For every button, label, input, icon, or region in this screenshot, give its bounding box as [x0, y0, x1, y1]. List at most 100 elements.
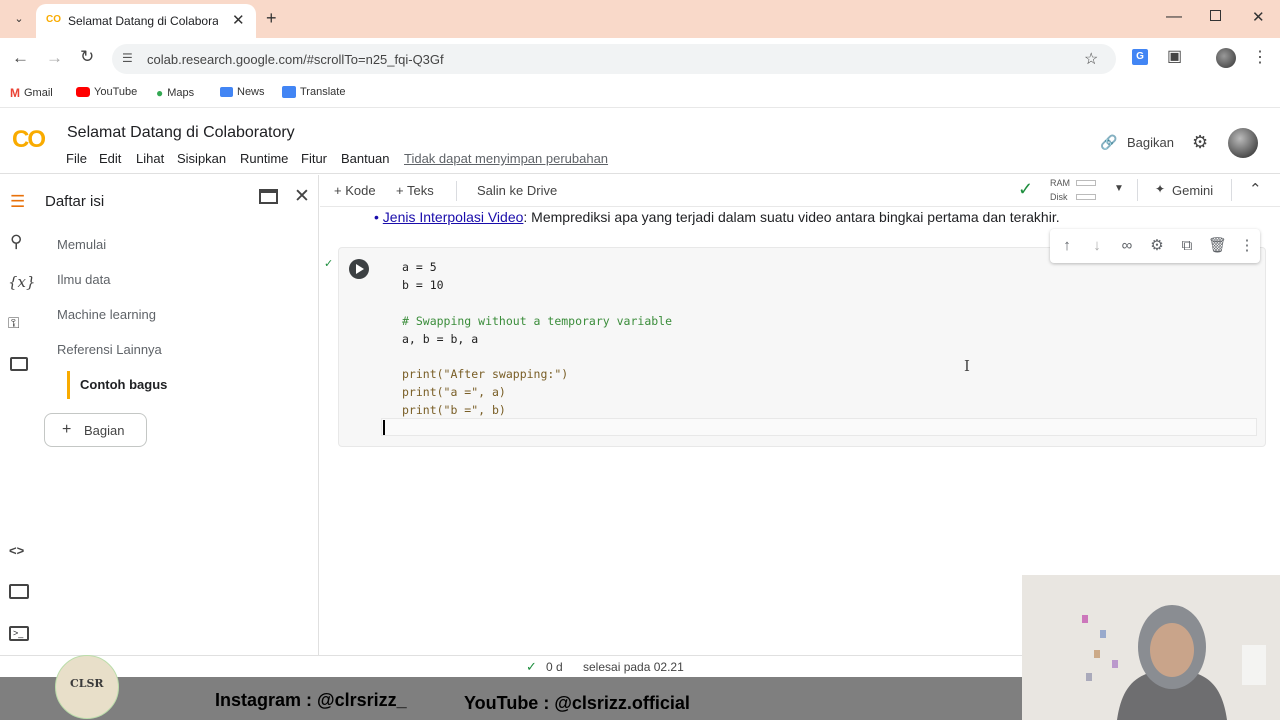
add-text-button[interactable]: + Teks — [396, 183, 434, 198]
mirror-cell-icon[interactable]: ⧉ — [1178, 237, 1196, 255]
run-cell-button[interactable] — [349, 259, 369, 279]
minimize-icon[interactable]: — — [1166, 8, 1182, 26]
files-folder-icon[interactable] — [10, 357, 28, 371]
translate-extension-icon[interactable]: G — [1132, 49, 1148, 65]
back-icon[interactable]: ← — [12, 48, 29, 68]
bookmark-gmail[interactable]: M Gmail — [10, 86, 53, 100]
secrets-key-icon[interactable]: ⚿ — [8, 315, 19, 332]
runtime-dropdown-icon[interactable]: ▼ — [1114, 183, 1124, 194]
plus-icon: + — [62, 421, 72, 438]
bookmark-youtube[interactable]: YouTube — [76, 86, 137, 98]
cell-more-icon[interactable]: ⋮ — [1238, 237, 1256, 255]
code-snippets-icon[interactable]: <> — [9, 543, 24, 558]
toc-item-contoh-bagus[interactable]: Contoh bagus — [80, 377, 167, 392]
browser-tab[interactable]: CO Selamat Datang di Colaborator ✕ — [36, 4, 256, 38]
bookmark-star-icon[interactable]: ☆ — [1084, 49, 1098, 69]
settings-gear-icon[interactable]: ⚙ — [1192, 132, 1208, 153]
address-bar[interactable]: ☰ colab.research.google.com/#scrollTo=n2… — [112, 44, 1116, 74]
bullet-dot: • — [374, 209, 379, 225]
bookmark-translate[interactable]: Translate — [282, 86, 345, 98]
move-up-icon[interactable]: ↑ — [1058, 237, 1076, 255]
toc-item-machine-learning[interactable]: Machine learning — [57, 307, 156, 322]
add-section-button[interactable]: + Bagian — [44, 413, 147, 447]
unsaved-notice[interactable]: Tidak dapat menyimpan perubahan — [404, 151, 608, 166]
user-avatar[interactable] — [1228, 128, 1258, 158]
move-down-icon[interactable]: ↓ — [1088, 237, 1106, 255]
code-input-current-line[interactable] — [381, 418, 1257, 436]
completion-time[interactable]: selesai pada 02.21 — [583, 660, 684, 674]
disk-meter[interactable] — [1076, 194, 1096, 200]
menu-file[interactable]: File — [66, 151, 87, 166]
add-code-button[interactable]: + Kode — [334, 183, 376, 198]
bookmark-news[interactable]: News — [220, 86, 265, 98]
menu-edit[interactable]: Edit — [99, 151, 121, 166]
colab-logo[interactable]: CO — [12, 126, 46, 154]
toc-item-referensi[interactable]: Referensi Lainnya — [57, 342, 162, 357]
code-comment-line: # Swapping without a temporary variable — [402, 314, 673, 328]
link-icon: 🔗 — [1100, 134, 1118, 150]
menu-runtime[interactable]: Runtime — [240, 151, 288, 166]
variables-icon[interactable]: {x} — [8, 273, 36, 291]
reload-icon[interactable]: ↻ — [80, 47, 94, 67]
share-button[interactable]: Bagikan — [1127, 135, 1174, 150]
bookmark-label: Maps — [167, 87, 195, 99]
menu-sisipkan[interactable]: Sisipkan — [177, 151, 226, 166]
code-line: b = 10 — [402, 278, 444, 292]
cell-executed-check-icon: ✓ — [324, 258, 334, 270]
close-panel-icon[interactable]: ✕ — [294, 185, 310, 208]
channel-logo: CLSR — [55, 655, 119, 719]
restore-icon[interactable] — [1210, 10, 1221, 21]
status-check-icon: ✓ — [526, 659, 537, 674]
sidebar-rail: ☰ ⚲ {x} ⚿ <> >_ — [0, 175, 38, 655]
interpolation-link[interactable]: Jenis Interpolasi Video — [383, 209, 524, 225]
code-line: print("After swapping:") — [402, 367, 569, 381]
new-tab-icon[interactable]: + — [266, 8, 277, 29]
toc-item-ilmu-data[interactable]: Ilmu data — [57, 272, 110, 287]
channel-logo-text: CLSR — [70, 677, 104, 690]
terminal-icon[interactable]: >_ — [9, 626, 29, 641]
news-icon — [220, 87, 233, 97]
notebook-title[interactable]: Selamat Datang di Colaboratory — [67, 124, 295, 142]
tab-close-icon[interactable]: ✕ — [232, 11, 245, 29]
notebook-toolbar: + Kode + Teks Salin ke Drive ✓ RAM Disk … — [320, 175, 1280, 207]
translate-icon — [282, 86, 296, 98]
menu-fitur[interactable]: Fitur — [301, 151, 327, 166]
bookmark-maps[interactable]: ● Maps — [156, 86, 194, 100]
maps-icon: ● — [156, 86, 164, 100]
bookmarks-bar: M Gmail YouTube ● Maps News Translate — [0, 80, 1280, 108]
cell-settings-gear-icon[interactable]: ⚙ — [1148, 237, 1166, 255]
gemini-button[interactable]: Gemini — [1172, 183, 1213, 198]
menu-bantuan[interactable]: Bantuan — [341, 151, 389, 166]
youtube-icon — [76, 87, 90, 97]
execution-duration: 0 d — [546, 660, 563, 674]
tab-search-chevron-icon[interactable]: ⌄ — [10, 10, 28, 28]
bullet-description: : Memprediksi apa yang terjadi dalam sua… — [523, 209, 1060, 225]
toc-list-icon[interactable]: ☰ — [10, 192, 25, 212]
profile-avatar[interactable] — [1216, 48, 1236, 68]
text-cell-bullet: • Jenis Interpolasi Video: Memprediksi a… — [374, 209, 1060, 225]
code-cell[interactable]: a = 5 b = 10 # Swapping without a tempor… — [338, 247, 1266, 447]
extensions-icon[interactable]: ▣ — [1167, 46, 1182, 66]
ram-meter[interactable] — [1076, 180, 1096, 186]
bookmark-label: Gmail — [24, 87, 53, 99]
cell-link-icon[interactable]: ∞ — [1118, 237, 1136, 255]
instagram-handle: Instagram : @clrsrizz_ — [215, 690, 407, 710]
disk-label: Disk — [1050, 192, 1068, 202]
code-line: print("b =", b) — [402, 403, 506, 417]
copy-to-drive-button[interactable]: Salin ke Drive — [477, 183, 557, 198]
collapse-chevron-icon[interactable]: ⌃ — [1249, 180, 1262, 198]
connected-check-icon: ✓ — [1018, 179, 1034, 199]
command-palette-icon[interactable] — [9, 584, 29, 599]
menu-lihat[interactable]: Lihat — [136, 151, 164, 166]
window-close-icon[interactable]: ✕ — [1252, 8, 1265, 26]
text-cursor — [383, 420, 385, 435]
browser-menu-icon[interactable]: ⋮ — [1252, 47, 1268, 67]
toc-item-memulai[interactable]: Memulai — [57, 237, 106, 252]
toc-title: Daftar isi — [45, 193, 105, 210]
browser-tab-bar: ⌄ CO Selamat Datang di Colaborator ✕ + —… — [0, 0, 1280, 38]
forward-icon[interactable]: → — [46, 48, 63, 68]
site-info-icon[interactable]: ☰ — [122, 51, 133, 65]
open-in-tab-icon[interactable] — [259, 189, 278, 204]
delete-trash-icon[interactable]: 🗑 — [1208, 237, 1227, 255]
search-icon[interactable]: ⚲ — [10, 232, 22, 252]
